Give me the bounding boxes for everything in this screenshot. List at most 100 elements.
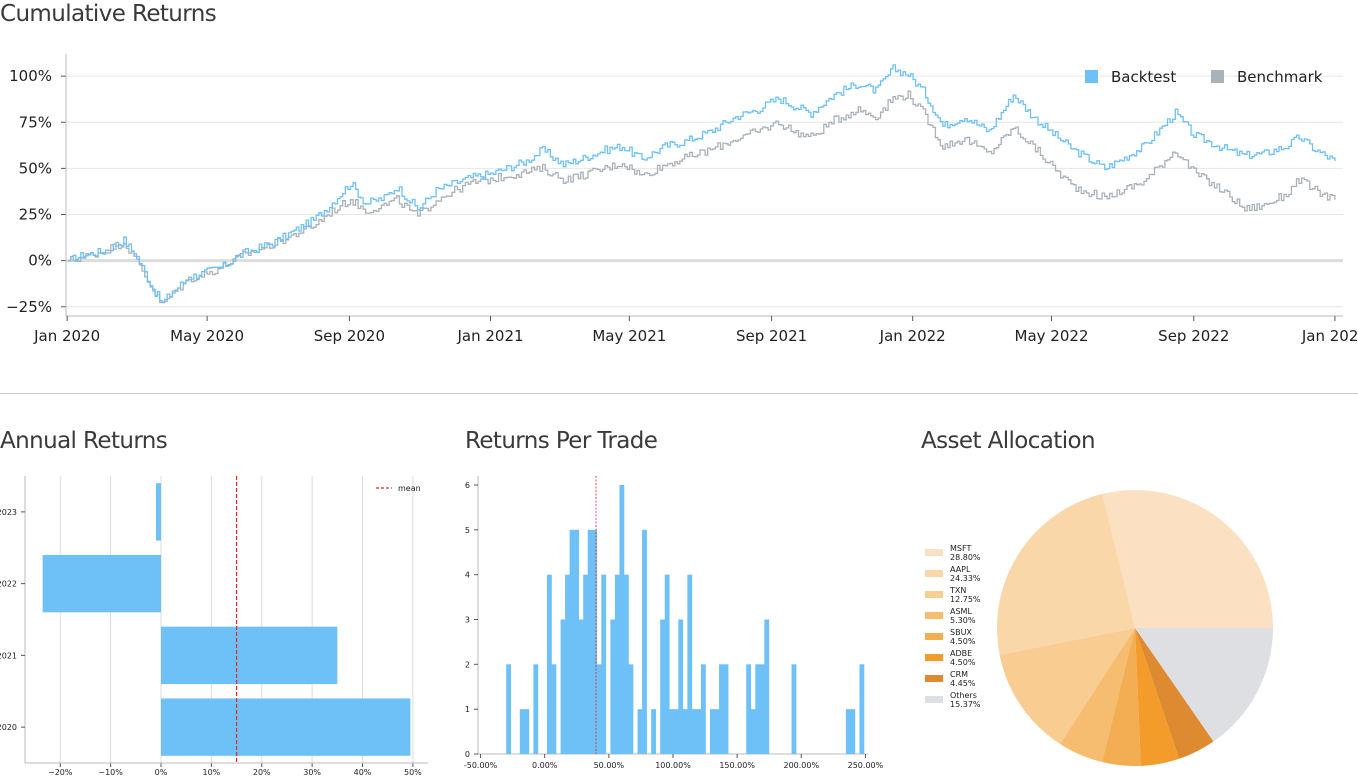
histogram-bar [719,664,724,754]
histogram-bar [623,574,629,754]
returns-per-trade-chart: 0 1 2 3 4 5 6 -50.00% 0.00% 50.00% 100.00% 150.00% 2… [464,476,884,770]
x-tick-label: −10% [98,768,123,777]
histogram-bar [746,664,752,754]
asset-allocation-chart: MSFT28.80% AAPL24.33% TXN12.75% ASML5.30% SB… [925,489,1273,766]
series-line-benchmark [68,90,1336,304]
x-tick-label: Jan 2022 [879,327,946,345]
histogram-bar [682,709,688,754]
legend-pct-others: 15.37% [950,700,981,709]
histogram-bar [574,529,579,754]
legend-swatch-msft [925,549,943,556]
bar-2020 [161,698,411,756]
legend-pct-asml: 5.30% [950,616,976,625]
series-line-backtest [68,64,1336,303]
y-tick-label: 6 [465,481,470,490]
histogram-bar [723,664,729,754]
legend-swatch-others [925,696,943,703]
asset-allocation-title: Asset Allocation [921,428,1096,454]
x-tick-label: 0% [155,768,168,777]
histogram-bar [610,619,616,754]
legend-label-backtest: Backtest [1111,68,1176,86]
x-tick-label: 50% [404,768,422,777]
legend-name-sbux: SBUX [950,628,972,637]
histogram-bar [578,619,584,754]
cumulative-returns-chart: −25% 0% 25% 50% 75% 100% Jan 2020 May 2020 Sep 2… [6,54,1358,345]
histogram-bar [696,709,702,754]
histogram-bar [791,664,797,754]
x-tick-label: 10% [202,768,220,777]
histogram-bar [560,619,566,754]
histogram-bar [664,574,670,754]
x-tick-label: 150.00% [719,761,755,770]
legend-name-txn: TXN [949,586,966,595]
histogram-bar [669,709,675,754]
histogram-bar [691,709,697,754]
annual-returns-title: Annual Returns [0,428,168,454]
legend-name-aapl: AAPL [950,565,971,574]
x-tick-label: −20% [48,768,73,777]
histogram-bar [565,574,570,754]
legend-swatch-crm [925,675,943,682]
legend-swatch-backtest [1085,70,1098,83]
legend-mean-label: mean [398,484,421,493]
histogram-bar [583,574,589,754]
histogram-bar [519,709,525,754]
legend-swatch-sbux [925,633,943,640]
legend-name-msft: MSFT [950,544,971,553]
x-tick-label: 100.00% [655,761,691,770]
histogram-bar [687,574,693,754]
x-tick-label: May 2020 [170,327,244,345]
y-tick-label: 75% [19,113,52,131]
legend-swatch-aapl [925,570,943,577]
x-tick-label: Sep 2022 [1158,327,1229,345]
x-tick-label: 0.00% [532,761,558,770]
x-tick-label: 30% [303,768,321,777]
histogram-bar [850,709,856,754]
x-tick-label: Sep 2021 [736,327,807,345]
histogram-bar [700,664,706,754]
histogram-bar [710,709,715,754]
legend-swatch-txn [925,591,943,598]
histogram-bar [642,529,647,754]
bar-2022 [42,554,162,613]
legend-pct-txn: 12.75% [950,595,981,604]
x-tick-label: May 2021 [592,327,666,345]
x-tick-label: 40% [354,768,372,777]
histogram-bar [750,709,756,754]
x-tick-label: 50.00% [594,761,625,770]
y-tick-label: 2023 [0,508,17,517]
legend-pct-aapl: 24.33% [950,574,981,583]
y-tick-label: 2020 [0,723,17,732]
histogram-bar [569,529,575,754]
legend-pct-msft: 28.80% [950,553,981,562]
histogram-bar [533,664,539,754]
bar-2023 [155,483,162,541]
histogram-bar [678,619,684,754]
x-tick-label: Jan 2020 [33,327,100,345]
y-tick-label: 1 [465,705,470,714]
histogram-bar [755,664,761,754]
legend-swatch-adbe [925,654,943,661]
histogram-bar [651,709,656,754]
legend-swatch-benchmark [1211,70,1224,83]
y-tick-label: 2022 [0,580,17,589]
annual-returns-chart: −20% −10% 0% 10% 20% 30% 40% 50% 2023 2022 2021 202… [0,476,428,777]
legend-pct-adbe: 4.50% [950,658,976,667]
histogram-bar [845,709,851,754]
histogram-bar [764,619,770,754]
histogram-bar [637,709,643,754]
legend-pct-crm: 4.45% [950,679,976,688]
histogram-bar [619,484,625,754]
x-tick-label: May 2022 [1015,327,1089,345]
x-tick-label: 250.00% [848,761,884,770]
y-tick-label: 5 [465,526,470,535]
histogram-bar [506,664,512,754]
section-divider [0,393,1358,394]
legend-label-benchmark: Benchmark [1237,68,1323,86]
cumulative-returns-title: Cumulative Returns [0,1,217,27]
legend-swatch-asml [925,612,943,619]
y-tick-label: 2021 [0,651,17,660]
x-tick-label: -50.00% [464,761,498,770]
histogram-bar [628,664,634,754]
y-tick-label: 50% [19,159,52,177]
